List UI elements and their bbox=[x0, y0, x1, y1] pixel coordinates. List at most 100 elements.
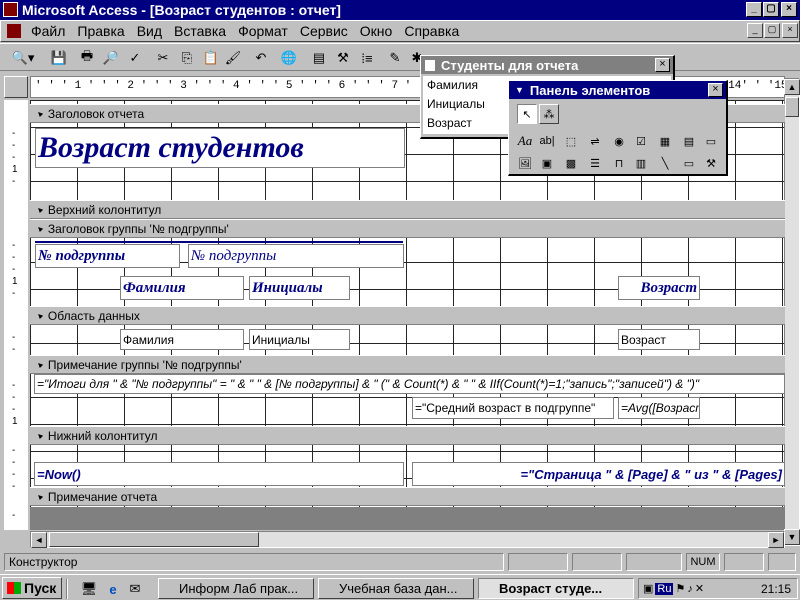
field-initials[interactable]: Инициалы bbox=[249, 329, 350, 350]
toolbox-icon[interactable]: ⚒ bbox=[332, 47, 354, 69]
scroll-right-icon[interactable]: ► bbox=[768, 532, 784, 548]
toolbox-menu-icon[interactable]: ▼ bbox=[515, 85, 524, 95]
column-label-lastname[interactable]: Фамилия bbox=[120, 276, 244, 300]
app-title-bar[interactable]: Microsoft Access - [Возраст студентов : … bbox=[0, 0, 800, 20]
tray-app-icon[interactable]: ▣ bbox=[643, 582, 653, 595]
doc-minimize-button[interactable]: _ bbox=[747, 23, 763, 38]
label-tool-icon[interactable]: Aa bbox=[515, 131, 535, 151]
save-icon[interactable]: 💾 bbox=[48, 47, 70, 69]
group-label[interactable]: № подгруппы bbox=[35, 244, 180, 268]
section-page-header[interactable]: Верхний колонтитул bbox=[30, 200, 785, 219]
copy-icon[interactable]: ⎘ bbox=[176, 47, 198, 69]
avg-age-field[interactable]: =Avg([Возраст bbox=[618, 397, 700, 419]
subform-icon[interactable]: ▥ bbox=[631, 153, 651, 173]
toggle-button-icon[interactable]: ⇌ bbox=[585, 131, 605, 151]
sorting-grouping-icon[interactable]: ⁞≡ bbox=[356, 47, 378, 69]
vertical-scrollbar[interactable]: ▲ ▼ bbox=[784, 78, 800, 546]
tray-task-icon[interactable]: ✕ bbox=[695, 582, 704, 595]
page-expression-field[interactable]: ="Страница " & [Page] & " из " & [Pages] bbox=[412, 462, 785, 486]
select-objects-icon[interactable]: ↖ bbox=[517, 104, 537, 124]
option-group-icon[interactable]: ⬚ bbox=[561, 131, 581, 151]
bound-frame-icon[interactable]: ▩ bbox=[561, 153, 581, 173]
horizontal-scroll-thumb[interactable] bbox=[49, 532, 259, 547]
group-header-line[interactable] bbox=[35, 241, 403, 243]
now-expression-field[interactable]: =Now() bbox=[34, 462, 404, 486]
cut-icon[interactable]: ✂ bbox=[152, 47, 174, 69]
task-access-db[interactable]: Учебная база дан... bbox=[318, 578, 474, 599]
scroll-up-icon[interactable]: ▲ bbox=[784, 79, 800, 95]
doc-restore-button[interactable]: ▢ bbox=[764, 23, 780, 38]
command-button-icon[interactable]: ▭ bbox=[701, 131, 721, 151]
textbox-tool-icon[interactable]: ab| bbox=[537, 131, 557, 151]
unbound-frame-icon[interactable]: ▣ bbox=[537, 153, 557, 173]
totals-expression-field[interactable]: ="Итоги для " & "№ подгруппы" = " & " " … bbox=[34, 374, 785, 394]
autoformat-icon[interactable]: ✎ bbox=[384, 47, 406, 69]
page-break-icon[interactable]: ☰ bbox=[585, 153, 605, 173]
more-controls-icon[interactable]: ⚒ bbox=[701, 153, 721, 173]
document-icon[interactable] bbox=[7, 24, 21, 38]
horizontal-scrollbar[interactable]: ◄ ► bbox=[30, 531, 785, 548]
section-group-footer[interactable]: Примечание группы '№ подгруппы' bbox=[30, 355, 785, 374]
menu-insert[interactable]: Вставка bbox=[168, 23, 232, 39]
field-list-close-icon[interactable]: × bbox=[655, 58, 670, 72]
group-field[interactable]: № подгруппы bbox=[188, 244, 404, 268]
task-word-doc[interactable]: Информ Лаб прак... bbox=[158, 578, 314, 599]
rectangle-tool-icon[interactable]: ▭ bbox=[679, 153, 699, 173]
scroll-down-icon[interactable]: ▼ bbox=[784, 529, 800, 545]
toolbox-window[interactable]: ▼ Панель элементов × ↖ ⁂ Aa ab| ⬚ ⇌ ◉ ☑ … bbox=[508, 80, 728, 176]
menu-format[interactable]: Формат bbox=[232, 23, 294, 39]
field-list-title-bar[interactable]: Студенты для отчета bbox=[421, 56, 673, 74]
section-report-footer[interactable]: Примечание отчета bbox=[30, 487, 785, 506]
control-wizards-icon[interactable]: ⁂ bbox=[539, 104, 559, 124]
checkbox-tool-icon[interactable]: ☑ bbox=[631, 131, 651, 151]
view-icon[interactable]: 🔍▾ bbox=[6, 47, 40, 69]
maximize-button[interactable]: ▢ bbox=[763, 2, 779, 17]
scroll-left-icon[interactable]: ◄ bbox=[31, 532, 47, 548]
outlook-express-icon[interactable]: ✉ bbox=[124, 578, 146, 600]
paste-icon[interactable]: 📋 bbox=[200, 47, 222, 69]
toolbox-title-bar[interactable]: ▼ Панель элементов bbox=[509, 81, 726, 99]
section-detail[interactable]: Область данных bbox=[30, 306, 785, 325]
menu-edit[interactable]: Правка bbox=[71, 23, 130, 39]
internet-explorer-icon[interactable]: e bbox=[102, 578, 124, 600]
access-app-icon[interactable] bbox=[3, 2, 18, 17]
start-button[interactable]: Пуск bbox=[2, 577, 62, 599]
option-button-icon[interactable]: ◉ bbox=[609, 131, 629, 151]
image-tool-icon[interactable]: 🖼 bbox=[515, 153, 535, 173]
combo-box-icon[interactable]: ▦ bbox=[655, 131, 675, 151]
task-report-active[interactable]: Возраст студе... bbox=[478, 578, 634, 599]
toolbox-close-icon[interactable]: × bbox=[708, 83, 723, 97]
print-icon[interactable]: 🖶 bbox=[76, 47, 98, 69]
line-tool-icon[interactable]: ╲ bbox=[655, 153, 675, 173]
print-preview-icon[interactable]: 🔎 bbox=[100, 47, 122, 69]
spelling-icon[interactable]: ✓ bbox=[124, 47, 146, 69]
undo-icon[interactable]: ↶ bbox=[250, 47, 272, 69]
menu-tools[interactable]: Сервис bbox=[294, 23, 354, 39]
language-indicator[interactable]: Ru bbox=[655, 582, 674, 595]
menu-file[interactable]: Файл bbox=[25, 23, 71, 39]
vertical-ruler[interactable]: ---1- ---1- -- ---1 ---- - bbox=[4, 100, 28, 530]
menu-window[interactable]: Окно bbox=[354, 23, 399, 39]
format-painter-icon[interactable]: 🖌 bbox=[222, 47, 244, 69]
doc-close-button[interactable]: × bbox=[782, 23, 798, 38]
minimize-button[interactable]: _ bbox=[746, 2, 762, 17]
hyperlink-icon[interactable]: 🌐 bbox=[278, 47, 300, 69]
avg-age-label[interactable]: ="Средний возраст в подгруппе" bbox=[412, 397, 614, 419]
ruler-corner[interactable] bbox=[4, 76, 28, 98]
menu-help[interactable]: Справка bbox=[398, 23, 465, 39]
field-list-icon[interactable]: ▤ bbox=[308, 47, 330, 69]
tab-control-icon[interactable]: ⊓ bbox=[609, 153, 629, 173]
list-box-icon[interactable]: ▤ bbox=[679, 131, 699, 151]
close-button[interactable]: × bbox=[781, 2, 797, 17]
section-page-footer[interactable]: Нижний колонтитул bbox=[30, 426, 785, 445]
vertical-scroll-thumb[interactable] bbox=[785, 97, 799, 117]
tray-volume-icon[interactable]: ♪ bbox=[687, 583, 693, 595]
section-group-header[interactable]: Заголовок группы '№ подгруппы' bbox=[30, 219, 785, 238]
field-lastname[interactable]: Фамилия bbox=[120, 329, 244, 350]
column-label-initials[interactable]: Инициалы bbox=[249, 276, 350, 300]
column-label-age[interactable]: Возраст bbox=[618, 276, 700, 300]
tray-network-icon[interactable]: ⚑ bbox=[675, 582, 685, 595]
field-age[interactable]: Возраст bbox=[618, 329, 700, 350]
show-desktop-icon[interactable]: 🖥 bbox=[78, 578, 100, 600]
menu-view[interactable]: Вид bbox=[131, 23, 168, 39]
